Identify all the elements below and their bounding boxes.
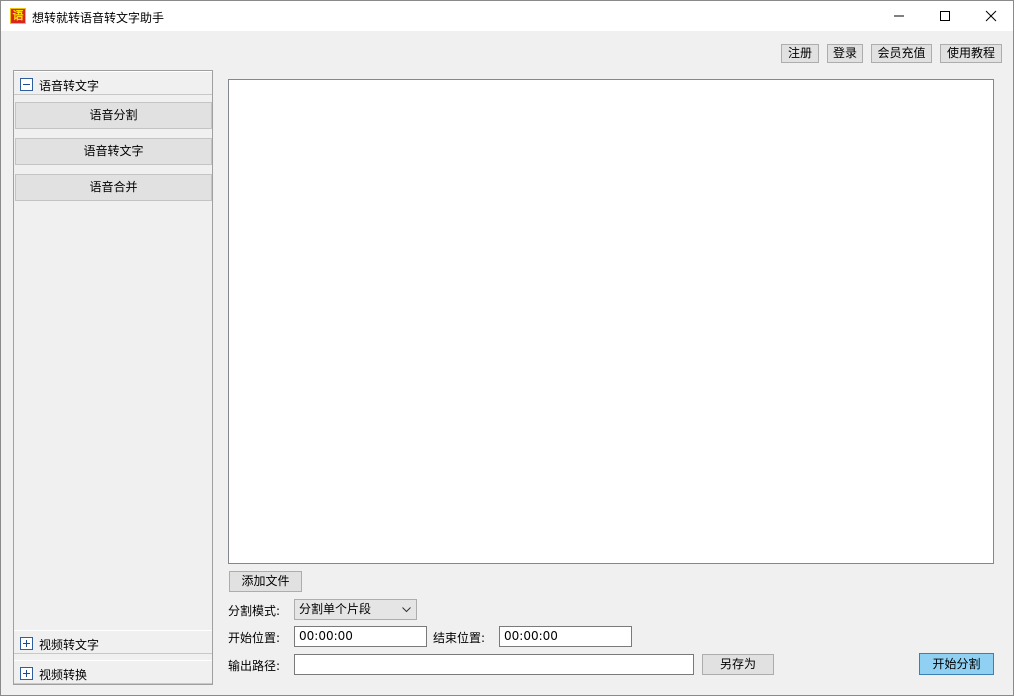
sidebar-group-speech-to-text[interactable]: 语音转文字 [14,71,212,95]
chevron-down-icon [402,607,411,613]
plus-box-icon [20,667,33,680]
title-bar: 语 想转就转语音转文字助手 [1,1,1013,31]
output-path-label: 输出路径: [228,659,281,673]
sidebar-group-label: 视频转换 [39,668,88,682]
member-recharge-button[interactable]: 会员充值 [871,44,932,63]
split-mode-value: 分割单个片段 [299,602,372,616]
output-path-input[interactable] [294,654,694,675]
minimize-icon [894,15,904,17]
sidebar-group-video-to-text[interactable]: 视频转文字 [14,630,212,654]
end-position-input[interactable]: 00:00:00 [499,626,632,647]
sidebar-item-audio-split[interactable]: 语音分割 [15,102,212,129]
app-window: 语 想转就转语音转文字助手 注册 登录 会员充值 使用教程 语音转文字 语音分割… [0,0,1014,696]
sidebar-group-label: 语音转文字 [39,79,100,93]
end-position-label: 结束位置: [433,631,486,645]
plus-box-icon [20,637,33,650]
minus-box-icon [20,78,33,91]
save-as-button[interactable]: 另存为 [702,654,774,675]
login-button[interactable]: 登录 [827,44,863,63]
sidebar-item-audio-merge[interactable]: 语音合并 [15,174,212,201]
sidebar: 语音转文字 语音分割 语音转文字 语音合并 视频转文字 视频转换 [13,70,213,685]
maximize-button[interactable] [922,1,968,31]
file-list-area[interactable] [228,79,994,564]
split-mode-select[interactable]: 分割单个片段 [294,599,417,620]
maximize-icon [940,11,950,21]
register-button[interactable]: 注册 [781,44,819,63]
sidebar-group-label: 视频转文字 [39,638,100,652]
close-button[interactable] [968,1,1014,31]
sidebar-item-speech-to-text[interactable]: 语音转文字 [15,138,212,165]
sidebar-group-video-convert[interactable]: 视频转换 [14,660,212,684]
start-position-input[interactable]: 00:00:00 [294,626,427,647]
app-logo-icon: 语 [10,8,26,24]
tutorial-button[interactable]: 使用教程 [940,44,1002,63]
add-file-button[interactable]: 添加文件 [229,571,302,592]
minimize-button[interactable] [876,1,922,31]
start-position-label: 开始位置: [228,631,281,645]
window-title: 想转就转语音转文字助手 [32,11,165,25]
split-mode-label: 分割模式: [228,604,281,618]
close-icon [985,10,997,22]
start-split-button[interactable]: 开始分割 [919,653,994,675]
